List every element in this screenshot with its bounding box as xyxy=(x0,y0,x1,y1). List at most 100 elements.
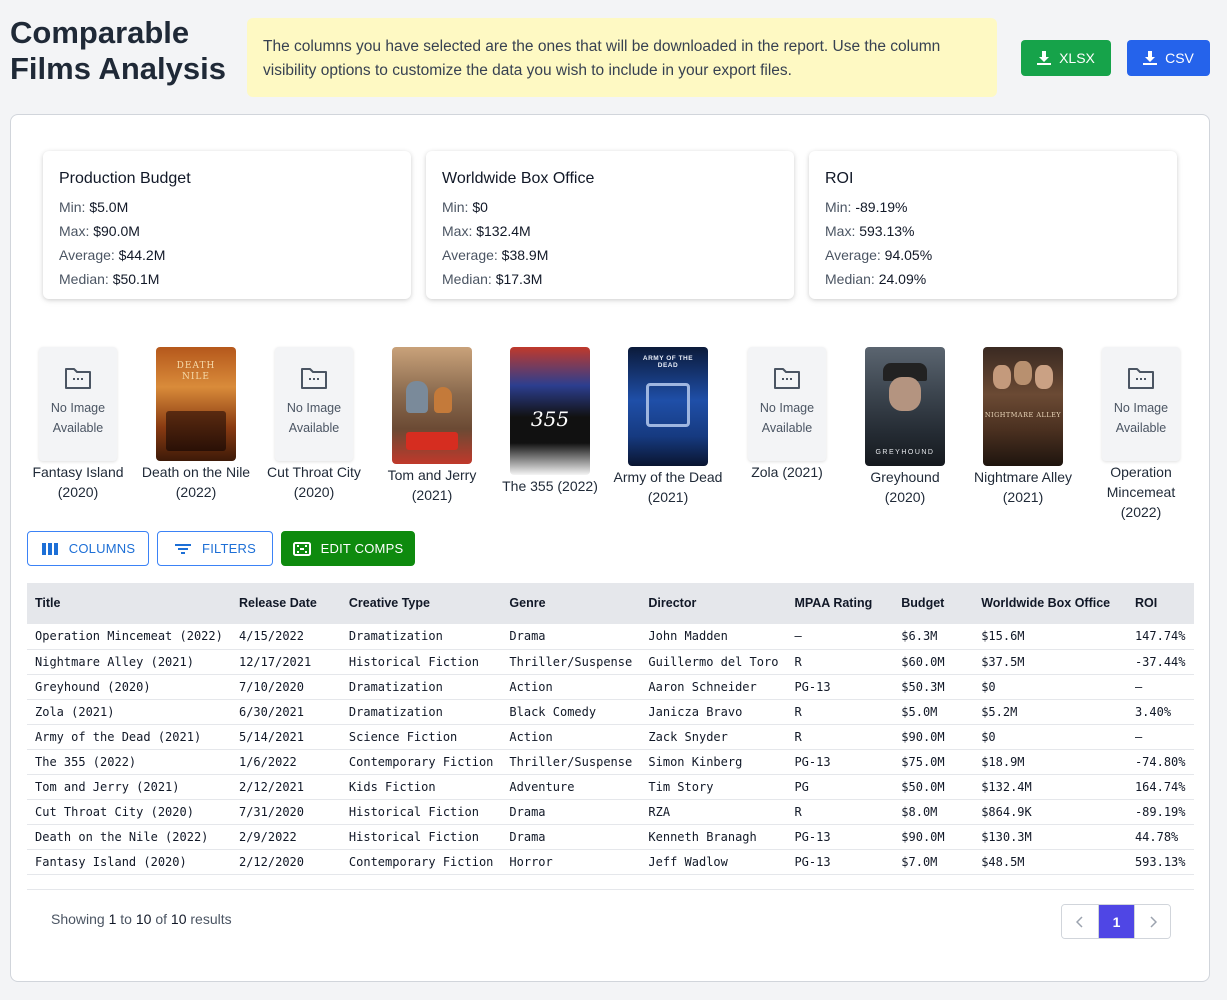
poster-caption: Tom and Jerry (2021) xyxy=(387,467,477,503)
table-row[interactable]: Nightmare Alley (2021) 12/17/2021 Historic… xyxy=(27,649,1194,675)
cell-release-date: 2/12/2021 xyxy=(230,774,341,800)
cell-budget: $50.0M xyxy=(893,774,974,800)
poster-caption: Fantasy Island (2020) xyxy=(32,464,124,500)
stat-min: Min: $5.0M xyxy=(59,199,129,215)
cell-genre: Black Comedy xyxy=(501,699,641,725)
page-button-current[interactable]: 1 xyxy=(1098,905,1134,938)
table-row[interactable]: Cut Throat City (2020) 7/31/2020 Historica… xyxy=(27,799,1194,825)
cell-box-office: $132.4M xyxy=(973,774,1127,800)
cell-genre: Horror xyxy=(501,849,641,875)
edit-comps-button[interactable]: EDIT COMPS xyxy=(281,531,415,566)
poster-nightmare-alley[interactable]: NIGHTMARE ALLEY Nightmare Alley (2021) xyxy=(968,347,1078,507)
cell-director: Aaron Schneider xyxy=(640,674,787,700)
cell-director: Simon Kinberg xyxy=(640,749,787,775)
page-title: Comparable Films Analysis xyxy=(10,15,226,86)
cell-box-office: $0 xyxy=(973,724,1127,750)
poster-caption: Zola (2021) xyxy=(751,464,823,480)
poster-image: 355 xyxy=(510,347,590,475)
table-row[interactable]: Fantasy Island (2020) 2/12/2020 Contempora… xyxy=(27,849,1194,875)
download-icon xyxy=(1143,51,1158,65)
column-header-box-office[interactable]: Worldwide Box Office xyxy=(973,583,1127,624)
poster-caption: Death on the Nile (2022) xyxy=(141,464,251,500)
stat-median: Median: $50.1M xyxy=(59,271,160,287)
cell-budget: $5.0M xyxy=(893,699,974,725)
cell-roi: 164.74% xyxy=(1126,774,1194,800)
stat-title: ROI xyxy=(825,170,854,187)
cell-genre: Action xyxy=(501,724,641,750)
poster-caption: Operation Mincemeat (2022) xyxy=(1106,464,1176,520)
cell-budget: $7.0M xyxy=(893,849,974,875)
column-header-title[interactable]: Title xyxy=(27,583,231,624)
table-row[interactable]: Army of the Dead (2021) 5/14/2021 Science … xyxy=(27,724,1194,750)
cell-mpaa-rating: PG-13 xyxy=(786,849,894,875)
poster-title-text: ARMY OF THE DEAD xyxy=(642,355,694,369)
export-notice: The columns you have selected are the on… xyxy=(247,18,997,97)
poster-caption: The 355 (2022) xyxy=(502,478,598,494)
cell-mpaa-rating: R xyxy=(786,724,894,750)
poster-title-text: NIGHTMARE ALLEY xyxy=(984,411,1062,419)
poster-fantasy-island[interactable]: No Image Available Fantasy Island (2020) xyxy=(23,347,133,502)
table-row[interactable]: Death on the Nile (2022) 2/9/2022 Historic… xyxy=(27,824,1194,850)
poster-image: ARMY OF THE DEAD xyxy=(628,347,708,466)
poster-operation-mincemeat[interactable]: No Image Available Operation Mincemeat (… xyxy=(1086,347,1196,522)
cell-title: Nightmare Alley (2021) xyxy=(27,649,231,675)
poster-title-text: GREYHOUND xyxy=(875,449,935,456)
cell-release-date: 1/6/2022 xyxy=(230,749,341,775)
cell-director: Tim Story xyxy=(640,774,787,800)
poster-greyhound[interactable]: GREYHOUND Greyhound (2020) xyxy=(850,347,960,507)
cell-title: Zola (2021) xyxy=(27,699,231,725)
table-row[interactable]: Greyhound (2020) 7/10/2020 Dramatization Ac… xyxy=(27,674,1194,700)
cell-roi: – xyxy=(1126,674,1194,700)
cell-title: The 355 (2022) xyxy=(27,749,231,775)
cell-box-office: $864.9K xyxy=(973,799,1127,825)
prev-page-button[interactable] xyxy=(1062,905,1098,938)
stat-max: Max: $90.0M xyxy=(59,223,140,239)
edit-comps-label: EDIT COMPS xyxy=(320,541,404,556)
poster-death-on-the-nile[interactable]: DEATH NILE Death on the Nile (2022) xyxy=(141,347,251,502)
cell-roi: – xyxy=(1126,724,1194,750)
column-header-creative-type[interactable]: Creative Type xyxy=(340,583,502,624)
filters-button[interactable]: FILTERS xyxy=(157,531,273,566)
film-icon xyxy=(292,541,311,556)
poster-the-355[interactable]: 355 The 355 (2022) xyxy=(495,347,605,496)
stat-card-box-office: Worldwide Box Office Min: $0 Max: $132.4… xyxy=(426,151,794,299)
cell-box-office: $15.6M xyxy=(973,624,1127,650)
cell-box-office: $0 xyxy=(973,674,1127,700)
column-header-release-date[interactable]: Release Date xyxy=(230,583,341,624)
table-row[interactable]: Operation Mincemeat (2022) 4/15/2022 Drama… xyxy=(27,624,1194,650)
poster-zola[interactable]: No Image Available Zola (2021) xyxy=(732,347,842,482)
cell-release-date: 2/9/2022 xyxy=(230,824,341,850)
next-page-button[interactable] xyxy=(1134,905,1170,938)
poster-army-of-the-dead[interactable]: ARMY OF THE DEAD Army of the Dead (2021) xyxy=(613,347,723,507)
column-header-roi[interactable]: ROI xyxy=(1126,583,1194,624)
column-header-genre[interactable]: Genre xyxy=(501,583,641,624)
stat-card-budget: Production Budget Min: $5.0M Max: $90.0M… xyxy=(43,151,411,299)
column-header-budget[interactable]: Budget xyxy=(893,583,974,624)
folder-icon xyxy=(301,368,327,389)
results-summary: Showing 1 to 10 of 10 results xyxy=(51,911,232,927)
no-image-placeholder: No Image Available xyxy=(748,347,826,461)
columns-button[interactable]: COLUMNS xyxy=(27,531,149,566)
cell-creative-type: Dramatization xyxy=(340,624,502,650)
table-row[interactable]: Tom and Jerry (2021) 2/12/2021 Kids Fictio… xyxy=(27,774,1194,800)
poster-tom-and-jerry[interactable]: Tom and Jerry (2021) xyxy=(377,347,487,505)
table-row[interactable]: Zola (2021) 6/30/2021 Dramatization Black C… xyxy=(27,699,1194,725)
column-header-mpaa-rating[interactable]: MPAA Rating xyxy=(786,583,894,624)
cell-director: RZA xyxy=(640,799,787,825)
chevron-left-icon xyxy=(1076,915,1083,928)
column-header-director[interactable]: Director xyxy=(640,583,787,624)
download-icon xyxy=(1037,51,1052,65)
cell-release-date: 5/14/2021 xyxy=(230,724,341,750)
cell-box-office: $48.5M xyxy=(973,849,1127,875)
cell-genre: Drama xyxy=(501,824,641,850)
export-xlsx-button[interactable]: XLSX xyxy=(1021,40,1111,76)
cell-mpaa-rating: PG-13 xyxy=(786,749,894,775)
export-csv-button[interactable]: CSV xyxy=(1127,40,1210,76)
cell-creative-type: Dramatization xyxy=(340,674,502,700)
cell-roi: -89.19% xyxy=(1126,799,1194,825)
chevron-right-icon xyxy=(1149,915,1157,928)
cell-budget: $75.0M xyxy=(893,749,974,775)
table-row[interactable]: The 355 (2022) 1/6/2022 Contemporary Ficti… xyxy=(27,749,1194,775)
poster-image: NIGHTMARE ALLEY xyxy=(983,347,1063,466)
poster-cut-throat-city[interactable]: No Image Available Cut Throat City (2020… xyxy=(259,347,369,502)
